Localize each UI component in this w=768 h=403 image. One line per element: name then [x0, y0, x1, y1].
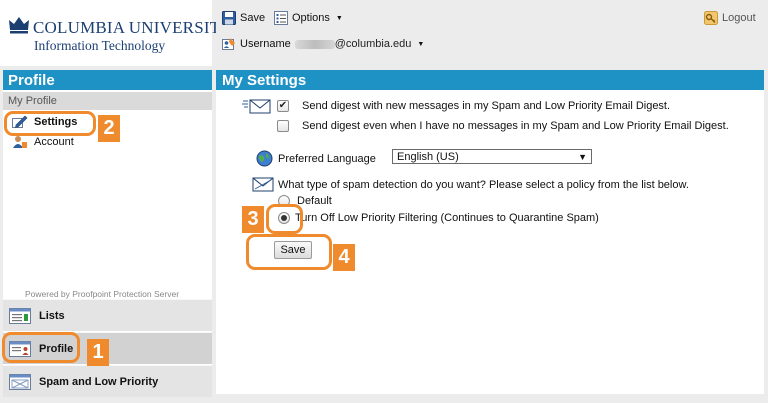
digest-new-messages-checkbox[interactable]: ✔ [277, 100, 289, 112]
key-icon [704, 11, 718, 25]
page-title: My Settings [216, 70, 764, 90]
annotation-step-2: 2 [98, 115, 120, 142]
digest-option-2-label: Send digest even when I have no messages… [302, 120, 729, 132]
save-toolbar-label: Save [240, 12, 266, 24]
chevron-down-icon: ▼ [578, 151, 587, 162]
tab-lists[interactable]: Lists [3, 299, 212, 331]
lists-icon [9, 307, 31, 324]
digest-option-1-label: Send digest with new messages in my Spam… [302, 100, 671, 112]
columbia-logo: COLUMBIA UNIVERSITY Information Technolo… [0, 0, 233, 66]
options-label: Options [292, 12, 330, 24]
policy-default-label: Default [297, 195, 332, 207]
sidebar-item-label: Account [34, 136, 74, 148]
digest-option-1: ✔ Send digest with new messages in my Sp… [277, 100, 670, 112]
logout-button[interactable]: Logout [704, 11, 756, 25]
annotation-step-3: 3 [242, 206, 264, 233]
globe-icon [256, 150, 273, 167]
chevron-down-icon: ▼ [417, 40, 425, 48]
tab-label: Spam and Low Priority [39, 375, 159, 388]
policy-option-off: Turn Off Low Priority Filtering (Continu… [278, 212, 599, 224]
user-icon [13, 136, 27, 148]
username-redacted [294, 39, 335, 49]
language-selected: English (US) [397, 150, 459, 163]
annotation-step-1: 1 [87, 339, 109, 366]
options-menu[interactable]: Options ▼ [274, 11, 343, 25]
spam-policy-question: What type of spam detection do you want?… [278, 179, 689, 191]
logout-label: Logout [722, 12, 756, 24]
envelope-icon [242, 99, 271, 114]
annotation-step-4: 4 [333, 244, 355, 271]
language-row: Preferred Language [256, 150, 376, 167]
username-domain: @columbia.edu [334, 38, 412, 50]
chevron-down-icon: ▼ [335, 14, 343, 22]
save-toolbar-button[interactable]: Save [222, 11, 265, 25]
top-toolbar: Save Options ▼ Logout Username @columbia… [216, 0, 768, 66]
sidebar-header: Profile [3, 70, 212, 90]
username-label: Username [240, 38, 291, 50]
language-select[interactable]: English (US) ▼ [392, 149, 592, 164]
options-list-icon [274, 11, 288, 25]
policy-off-label: Turn Off Low Priority Filtering (Continu… [295, 212, 599, 224]
annotation-box-1 [2, 332, 80, 363]
powered-by-text: Powered by Proofpoint Protection Server [25, 289, 180, 299]
tab-label: Lists [39, 309, 65, 322]
spam-envelope-icon [252, 177, 274, 192]
annotation-box-4 [246, 234, 332, 270]
sidebar-item-account[interactable]: Account [12, 135, 74, 149]
sidebar-subheader: My Profile [3, 92, 212, 110]
spam-icon [9, 373, 31, 390]
logo-department: Information Technology [34, 38, 166, 53]
language-label: Preferred Language [278, 152, 376, 165]
user-card-icon [222, 38, 235, 50]
digest-always-checkbox[interactable] [277, 120, 289, 132]
annotation-box-3 [266, 204, 303, 234]
annotation-box-2 [4, 111, 96, 136]
crown-icon [9, 17, 29, 34]
username-menu[interactable]: Username @columbia.edu ▼ [222, 37, 424, 51]
digest-option-2: Send digest even when I have no messages… [277, 120, 729, 132]
floppy-disk-icon [222, 11, 236, 25]
logo-university-name: COLUMBIA UNIVERSITY [33, 18, 233, 37]
tab-spam-low-priority[interactable]: Spam and Low Priority [3, 365, 212, 397]
